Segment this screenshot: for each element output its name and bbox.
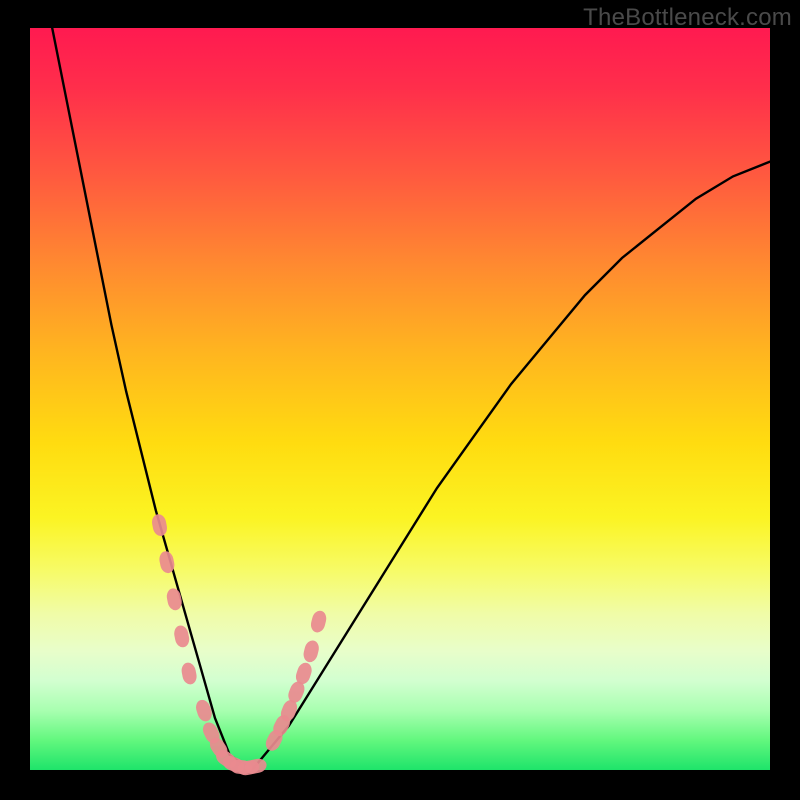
highlight-marker (309, 609, 328, 634)
plot-area (30, 28, 770, 770)
watermark-text: TheBottleneck.com (583, 4, 792, 32)
chart-frame: TheBottleneck.com (0, 0, 800, 800)
highlight-marker (302, 639, 321, 664)
highlight-markers (150, 513, 328, 777)
chart-svg (30, 28, 770, 770)
bottleneck-curve-path (52, 28, 770, 770)
highlight-marker (150, 513, 168, 537)
highlight-marker (165, 587, 183, 611)
highlight-marker (180, 661, 198, 685)
highlight-marker (173, 624, 191, 648)
